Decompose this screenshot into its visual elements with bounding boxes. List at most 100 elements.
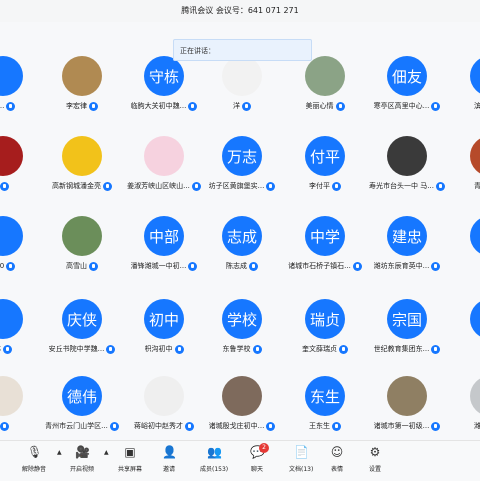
participant-avatar bbox=[222, 56, 262, 96]
participant-grid: 学... 李宏律 守栋临朐大关初中魏... 洋 美丽心情 佃友寒亭区高里中心... 滨北学高… bbox=[0, 38, 480, 433]
participant-tile[interactable]: 学校 东鲁学校 bbox=[199, 291, 285, 357]
participant-tile[interactable]: 寿光市台头一中 马... bbox=[364, 128, 450, 194]
toolbar-button-document[interactable]: 📄 文档(13) bbox=[289, 445, 313, 479]
participant-name: 奎文薛瑞贞 bbox=[302, 345, 337, 353]
document-icon: 📄 bbox=[294, 445, 310, 459]
participant-tile[interactable]: 诸城殷戈庄初中... bbox=[199, 368, 285, 433]
participant-name: 潘锋潍城一中初... bbox=[130, 262, 187, 270]
participant-name: 世纪教育集团东... bbox=[373, 345, 430, 353]
participant-avatar bbox=[0, 299, 23, 339]
participant-name: 诸城市第一初级... bbox=[373, 422, 430, 430]
participant-name: 青州市云门山学区... bbox=[45, 422, 108, 430]
toolbar-label: 开启视频 bbox=[70, 466, 95, 473]
participant-name: 寿光市台头一中 马... bbox=[369, 182, 434, 190]
toolbar-label: 共享屏幕 bbox=[118, 466, 143, 473]
participant-tile[interactable]: 青州市 bbox=[447, 128, 480, 194]
toolbar-button-chat[interactable]: 💬 2 聊天 bbox=[250, 443, 269, 479]
dropdown-caret-icon[interactable]: ▲ bbox=[57, 449, 62, 456]
participant-avatar: 万志 bbox=[222, 136, 262, 176]
toolbar-button-invite[interactable]: 👤 邀请 bbox=[162, 445, 177, 479]
participant-tile[interactable]: 建忠 潍坊东辰育英中... bbox=[364, 208, 450, 274]
participant-avatar: 佃友 bbox=[387, 56, 427, 96]
invite-icon: 👤 bbox=[162, 445, 177, 459]
participant-tile[interactable]: 滨北学 bbox=[447, 48, 480, 114]
participant-avatar bbox=[387, 376, 427, 416]
participant-avatar bbox=[62, 56, 102, 96]
toolbar-button-settings[interactable]: ⚙ 设置 bbox=[368, 445, 382, 479]
speaking-indicator: 正在讲话： bbox=[173, 39, 312, 61]
toolbar-label: 聊天 bbox=[250, 466, 263, 473]
participant-name: 滨北学 bbox=[474, 101, 480, 111]
participant-name: 寒亭区高里中心... bbox=[373, 102, 430, 110]
participant-tile[interactable]: 志成 陈志成 bbox=[199, 208, 285, 274]
participant-tile[interactable]: 万志 坊子区黄旗堡实... bbox=[199, 128, 285, 194]
mic-status-icon bbox=[6, 101, 16, 111]
participant-name: 蒋峪初中赵秀才 bbox=[134, 422, 183, 430]
participant-tile[interactable]: 诸城市第一初级... bbox=[364, 368, 450, 433]
toolbar-button-mic-muted[interactable]: 🎙 解除静音 bbox=[22, 445, 46, 479]
participant-name: 临朐大关初中魏... bbox=[130, 102, 187, 110]
participant-name: 学... bbox=[0, 102, 5, 110]
title-bar: 腾讯会议 会议号：641 071 271 bbox=[0, 0, 480, 22]
participant-name: 青州市 bbox=[474, 181, 480, 191]
participant-name: 高新钢城潘金亮 bbox=[52, 182, 101, 190]
participant-name: 诸城殷戈庄初中... bbox=[208, 422, 265, 430]
toolbar-label: 解除静音 bbox=[22, 466, 47, 473]
participant-tile[interactable] bbox=[447, 291, 480, 357]
toolbar-button-emoji[interactable]: ☺ 表情 bbox=[330, 445, 344, 479]
participant-tile[interactable]: 初中 枳沟初中 bbox=[121, 291, 207, 357]
mic-status-icon bbox=[332, 181, 341, 191]
mic-status-icon bbox=[185, 421, 194, 431]
participant-avatar bbox=[144, 136, 184, 176]
mic-status-icon bbox=[266, 421, 276, 431]
participant-name: 高雪山 bbox=[66, 262, 87, 270]
participant-avatar bbox=[144, 376, 184, 416]
participant-avatar bbox=[62, 136, 102, 176]
participant-tile[interactable]: 东生王东生 bbox=[282, 368, 368, 433]
mic-status-icon bbox=[252, 344, 262, 354]
participant-name: 王东生 bbox=[309, 422, 330, 430]
participant-name: 林 bbox=[0, 344, 1, 354]
participant-avatar: 志成 bbox=[222, 216, 262, 256]
participant-tile[interactable]: 中学 诸城市石桥子镇石... bbox=[282, 208, 368, 274]
participant-tile[interactable]: 庆侠 安丘书院中学魏... bbox=[39, 291, 125, 357]
toolbar-button-camera-off[interactable]: 🎥 开启视频 bbox=[70, 445, 94, 479]
participant-tile[interactable]: 高雪山 bbox=[39, 208, 125, 274]
toolbar-button-share-screen[interactable]: ▣ 共享屏幕 bbox=[118, 445, 142, 479]
mic-status-icon bbox=[188, 101, 198, 111]
mic-status-icon bbox=[174, 344, 184, 354]
participant-tile[interactable]: 佃友寒亭区高里中心... bbox=[364, 48, 450, 114]
participant-name: 李宏律 bbox=[66, 102, 87, 110]
participant-tile[interactable]: 宗国 世纪教育集团东... bbox=[364, 291, 450, 357]
dropdown-caret-icon[interactable]: ▲ bbox=[104, 449, 109, 456]
members-icon: 👥 bbox=[207, 445, 223, 459]
mic-status-icon bbox=[103, 181, 112, 191]
participant-avatar: 初中 bbox=[144, 299, 184, 339]
mic-status-icon bbox=[89, 261, 98, 271]
participant-tile[interactable]: 李宏律 bbox=[39, 48, 125, 114]
mic-status-icon bbox=[109, 421, 119, 431]
mic-status-icon bbox=[335, 101, 345, 111]
mic-status-icon bbox=[0, 181, 9, 191]
participant-tile[interactable]: 姜淑芳峡山区峡山... bbox=[121, 128, 207, 194]
participant-tile[interactable]: 付平 李付平 bbox=[282, 128, 368, 194]
participant-name: 东鲁学校 bbox=[222, 345, 251, 353]
toolbar-button-members[interactable]: 👥 成员(153) bbox=[200, 445, 228, 479]
participant-tile[interactable]: 中部 潘锋潍城一中初... bbox=[121, 208, 207, 274]
mic-status-icon bbox=[339, 344, 348, 354]
participant-avatar: 建忠 bbox=[387, 216, 427, 256]
participant-name: 720 bbox=[0, 262, 5, 270]
participant-tile[interactable]: 潍坊文 bbox=[447, 368, 480, 433]
toolbar-label: 成员(153) bbox=[200, 466, 229, 473]
participant-name: 安丘书院中学魏... bbox=[48, 345, 105, 353]
participant-avatar bbox=[0, 56, 23, 96]
participant-avatar: 中学 bbox=[305, 216, 345, 256]
participant-avatar: 东生 bbox=[305, 376, 345, 416]
participant-tile[interactable]: 瑞贞 奎文薛瑞贞 bbox=[282, 291, 368, 357]
share-screen-icon: ▣ bbox=[124, 445, 136, 459]
participant-tile[interactable] bbox=[447, 208, 480, 274]
participant-tile[interactable]: 德伟 青州市云门山学区... bbox=[39, 368, 125, 433]
meeting-toolbar: 🎙 解除静音 🎥 开启视频 ▣ 共享屏幕 👤 邀请 👥 成员(153) 💬 2 聊天 📄 文档(13) ☺ 表情… bbox=[0, 440, 480, 481]
participant-tile[interactable]: 蒋峪初中赵秀才 bbox=[121, 368, 207, 433]
participant-tile[interactable]: 高新钢城潘金亮 bbox=[39, 128, 125, 194]
